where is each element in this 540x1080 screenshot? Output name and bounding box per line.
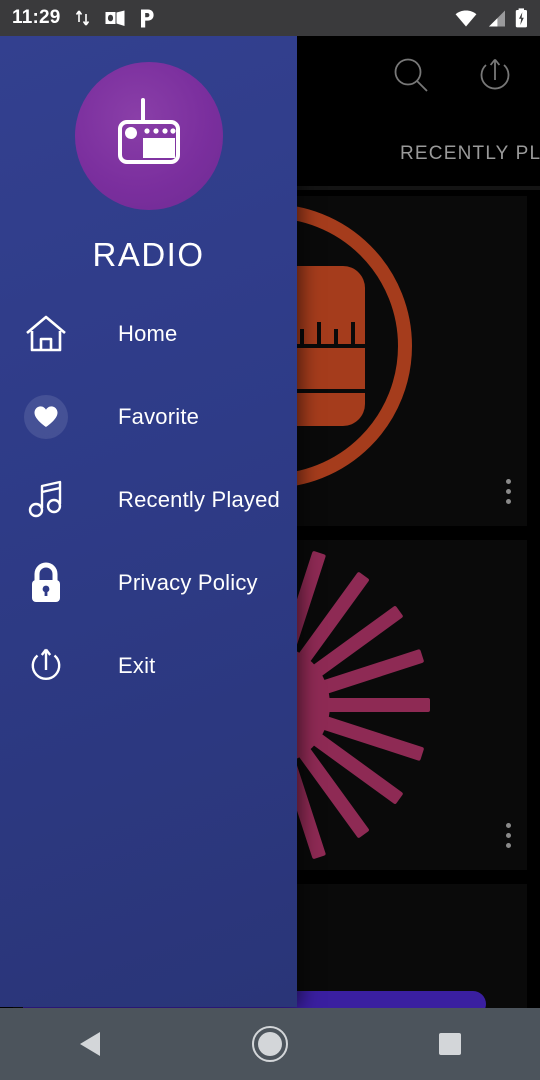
circle-icon — [252, 1026, 288, 1062]
status-left-icons — [75, 9, 455, 28]
square-icon — [439, 1033, 461, 1055]
overflow-menu[interactable] — [506, 479, 511, 504]
app-title: RADIO — [92, 236, 205, 273]
status-bar: 11:29 — [0, 0, 540, 36]
wifi-icon — [455, 10, 477, 26]
lock-icon — [20, 557, 72, 609]
sidebar-item-privacy-policy[interactable]: Privacy Policy — [0, 541, 297, 624]
drawer-header: RADIO — [0, 36, 297, 274]
cellular-signal-icon — [489, 10, 505, 26]
phone-screen: 11:29 RECENTLY PL RADIO Home Favorite Re… — [0, 0, 540, 1080]
outlook-icon — [105, 10, 125, 26]
music-note-icon — [20, 474, 72, 526]
status-clock: 11:29 — [12, 7, 61, 28]
sidebar-item-label: Recently Played — [118, 486, 280, 512]
sidebar-item-label: Favorite — [118, 403, 200, 429]
sync-icon — [75, 10, 89, 26]
home-button[interactable] — [225, 1008, 315, 1080]
tab-recently-played[interactable]: RECENTLY PL — [400, 143, 540, 165]
sidebar-item-label: Exit — [118, 652, 156, 678]
heart-icon — [20, 391, 72, 443]
sidebar-item-label: Home — [118, 320, 178, 346]
pandora-p-icon — [140, 9, 154, 27]
home-icon — [20, 308, 72, 360]
sidebar-item-recently-played[interactable]: Recently Played — [0, 458, 297, 541]
app-logo — [74, 62, 223, 210]
status-right-icons — [455, 8, 528, 28]
back-button[interactable] — [45, 1008, 135, 1080]
triangle-left-icon — [80, 1032, 100, 1056]
radio-receiver-icon — [117, 98, 180, 164]
android-nav-bar — [0, 1008, 540, 1080]
overflow-menu[interactable] — [506, 823, 511, 848]
search-icon[interactable] — [388, 53, 434, 99]
recents-button[interactable] — [405, 1008, 495, 1080]
navigation-drawer: RADIO Home Favorite Recently Played Priv… — [0, 36, 297, 1007]
sidebar-item-label: Privacy Policy — [118, 569, 258, 595]
sidebar-item-home[interactable]: Home — [0, 292, 297, 375]
sidebar-item-exit[interactable]: Exit — [0, 624, 297, 707]
drawer-menu: Home Favorite Recently Played Privacy Po… — [0, 292, 297, 707]
power-exit-icon — [20, 640, 72, 692]
sidebar-item-favorite[interactable]: Favorite — [0, 375, 297, 458]
exit-icon[interactable] — [472, 53, 518, 99]
battery-charging-icon — [515, 8, 527, 28]
